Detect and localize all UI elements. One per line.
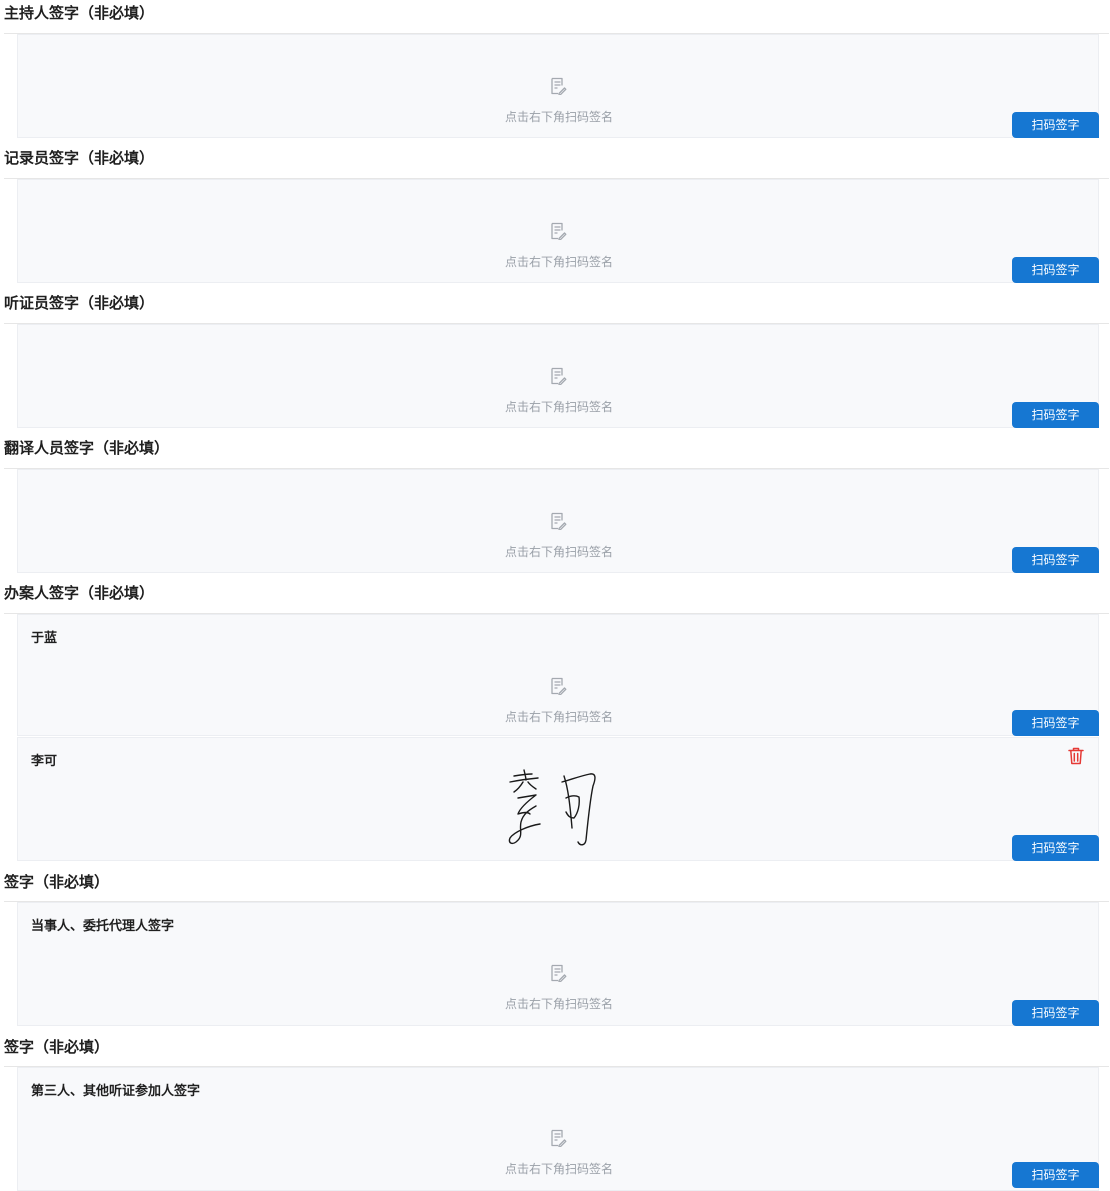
signature-box-case-handler-2: 李可 扫码签字 bbox=[17, 737, 1099, 861]
scan-sign-button[interactable]: 扫码签字 bbox=[1012, 257, 1099, 283]
section-title-translator: 翻译人员签字（非必填） bbox=[4, 439, 170, 457]
scan-sign-button[interactable]: 扫码签字 bbox=[1012, 710, 1099, 736]
signer-name: 当事人、委托代理人签字 bbox=[31, 919, 175, 934]
placeholder-text: 点击右下角扫码签名 bbox=[504, 255, 613, 269]
placeholder-text: 点击右下角扫码签名 bbox=[504, 110, 613, 124]
signature-box-translator: 点击右下角扫码签名 扫码签字 bbox=[17, 469, 1099, 573]
scan-sign-button[interactable]: 扫码签字 bbox=[1012, 402, 1099, 428]
sign-edit-icon bbox=[551, 677, 567, 695]
signature-box-host: 点击右下角扫码签名 扫码签字 bbox=[17, 34, 1099, 138]
signature-box-recorder: 点击右下角扫码签名 扫码签字 bbox=[17, 179, 1099, 283]
placeholder-text: 点击右下角扫码签名 bbox=[504, 997, 613, 1011]
sign-edit-icon bbox=[551, 964, 567, 982]
signer-name: 第三人、其他听证参加人签字 bbox=[31, 1084, 201, 1099]
scan-sign-button[interactable]: 扫码签字 bbox=[1012, 112, 1099, 138]
scan-sign-button[interactable]: 扫码签字 bbox=[1012, 1000, 1099, 1026]
placeholder-text: 点击右下角扫码签名 bbox=[504, 710, 613, 724]
section-title-third-party: 签字（非必填） bbox=[4, 1038, 110, 1056]
sign-edit-icon bbox=[551, 512, 567, 530]
section-title-case-handler: 办案人签字（非必填） bbox=[4, 584, 155, 602]
signature-box-case-handler-1: 于蓝 点击右下角扫码签名 扫码签字 bbox=[17, 614, 1099, 736]
scan-sign-button[interactable]: 扫码签字 bbox=[1012, 547, 1099, 573]
section-title-party: 签字（非必填） bbox=[4, 873, 110, 891]
section-title-recorder: 记录员签字（非必填） bbox=[4, 149, 155, 167]
sign-edit-icon bbox=[551, 77, 567, 95]
scan-sign-button[interactable]: 扫码签字 bbox=[1012, 1162, 1099, 1188]
placeholder-text: 点击右下角扫码签名 bbox=[504, 400, 613, 414]
placeholder-text: 点击右下角扫码签名 bbox=[504, 545, 613, 559]
sign-edit-icon bbox=[551, 1129, 567, 1147]
signer-name: 李可 bbox=[31, 754, 58, 769]
scan-sign-button[interactable]: 扫码签字 bbox=[1012, 835, 1099, 861]
section-title-hearing-officer: 听证员签字（非必填） bbox=[4, 294, 155, 312]
handwritten-signature bbox=[508, 769, 596, 846]
signer-name: 于蓝 bbox=[31, 631, 58, 646]
signature-box-third-party: 第三人、其他听证参加人签字 点击右下角扫码签名 扫码签字 bbox=[17, 1067, 1099, 1191]
trash-icon[interactable] bbox=[1068, 747, 1084, 765]
sign-edit-icon bbox=[551, 222, 567, 240]
sign-edit-icon bbox=[551, 367, 567, 385]
placeholder-text: 点击右下角扫码签名 bbox=[504, 1162, 613, 1176]
section-title-host: 主持人签字（非必填） bbox=[4, 4, 155, 22]
signature-box-hearing-officer: 点击右下角扫码签名 扫码签字 bbox=[17, 324, 1099, 428]
signature-box-party: 当事人、委托代理人签字 点击右下角扫码签名 扫码签字 bbox=[17, 902, 1099, 1026]
